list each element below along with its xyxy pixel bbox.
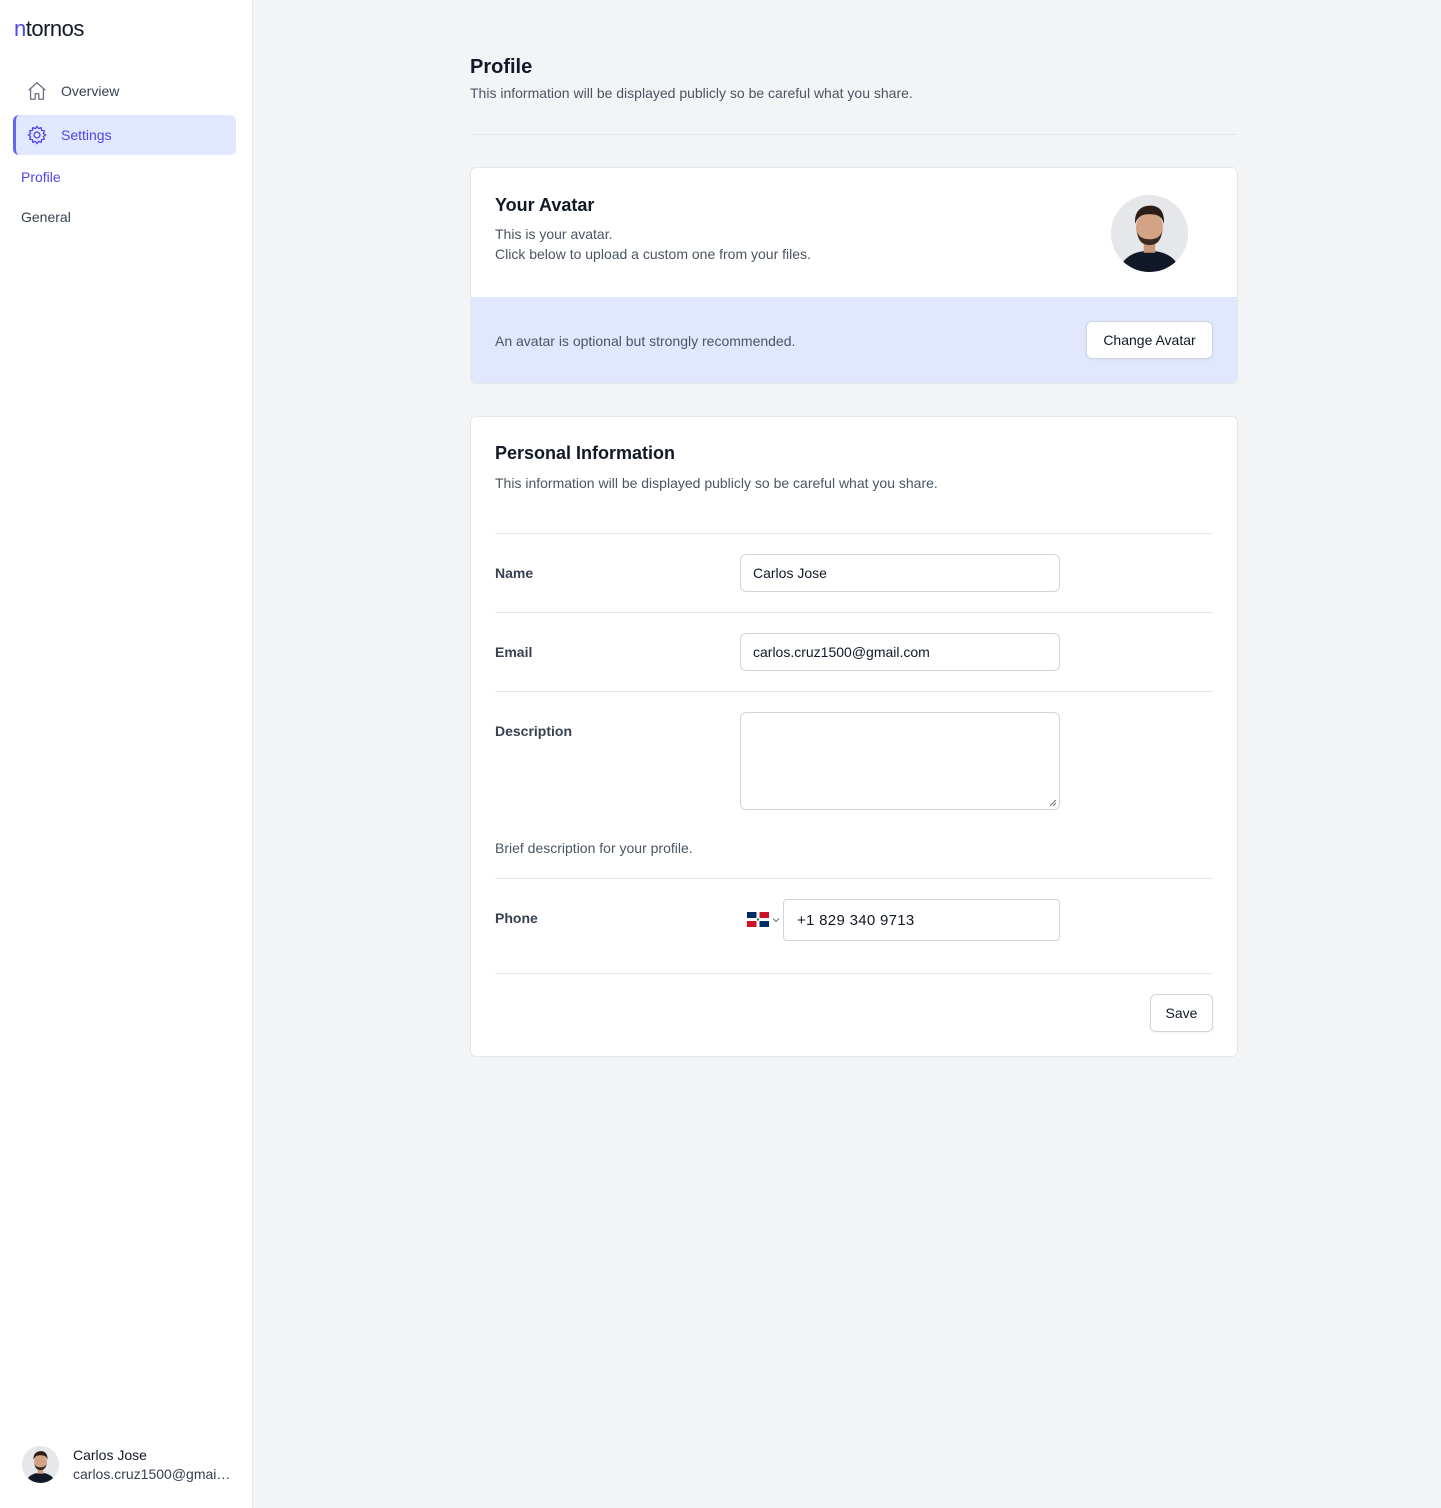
personal-info-card: Personal Information This information wi… <box>470 416 1238 1057</box>
home-icon <box>26 80 48 102</box>
personal-info-subtitle: This information will be displayed publi… <box>495 475 938 491</box>
sidebar-subitem-profile[interactable]: Profile <box>21 169 61 185</box>
change-avatar-button[interactable]: Change Avatar <box>1086 321 1213 359</box>
user-name: Carlos Jose <box>73 1447 147 1463</box>
page-subtitle: This information will be displayed publi… <box>470 85 913 101</box>
sidebar-subitem-general[interactable]: General <box>21 209 71 225</box>
divider <box>495 691 1213 692</box>
phone-label: Phone <box>495 910 538 926</box>
divider <box>470 134 1237 135</box>
dominican-republic-flag-icon <box>747 912 769 927</box>
country-select[interactable] <box>747 912 780 927</box>
sidebar-item-settings[interactable]: Settings <box>13 115 236 155</box>
avatar-card-footer: An avatar is optional but strongly recom… <box>471 297 1237 383</box>
user-info: Carlos Jose carlos.cruz1500@gmail.com <box>73 1447 233 1482</box>
name-label: Name <box>495 565 534 581</box>
sidebar: ntornos Overview Settings Profile Genera… <box>0 0 253 1508</box>
page-title: Profile <box>470 56 533 78</box>
description-hint: Brief description for your profile. <box>495 840 693 856</box>
resize-handle-icon[interactable] <box>1049 799 1057 807</box>
save-button[interactable]: Save <box>1150 994 1213 1032</box>
divider <box>495 612 1213 613</box>
personal-info-title: Personal Information <box>495 443 676 463</box>
chevron-down-icon <box>772 917 780 922</box>
avatar <box>22 1446 59 1483</box>
divider <box>495 533 1213 534</box>
sidebar-item-overview[interactable]: Overview <box>13 71 236 111</box>
avatar-card-text-2: Click below to upload a custom one from … <box>495 246 811 262</box>
description-label: Description <box>495 723 573 739</box>
divider <box>495 878 1213 879</box>
email-label: Email <box>495 644 533 660</box>
phone-field[interactable]: +1 829 340 9713 <box>783 899 1060 941</box>
description-textarea[interactable] <box>740 712 1060 810</box>
sidebar-item-label: Overview <box>61 83 120 99</box>
gear-icon <box>26 124 48 146</box>
avatar-card-title: Your Avatar <box>495 195 595 215</box>
user-profile-box[interactable]: Carlos Jose carlos.cruz1500@gmail.com <box>22 1446 233 1483</box>
sidebar-item-label: Settings <box>61 127 112 143</box>
avatar-card: Your Avatar This is your avatar. Click b… <box>470 167 1238 384</box>
divider <box>495 973 1213 974</box>
name-field[interactable]: Carlos Jose <box>740 554 1060 592</box>
avatar-footer-note: An avatar is optional but strongly recom… <box>495 333 796 349</box>
avatar-card-text-1: This is your avatar. <box>495 226 613 242</box>
email-field[interactable]: carlos.cruz1500@gmail.com <box>740 633 1060 671</box>
avatar <box>1111 195 1188 272</box>
brand-logo[interactable]: ntornos <box>14 16 84 42</box>
user-email: carlos.cruz1500@gmail.com <box>73 1466 233 1482</box>
